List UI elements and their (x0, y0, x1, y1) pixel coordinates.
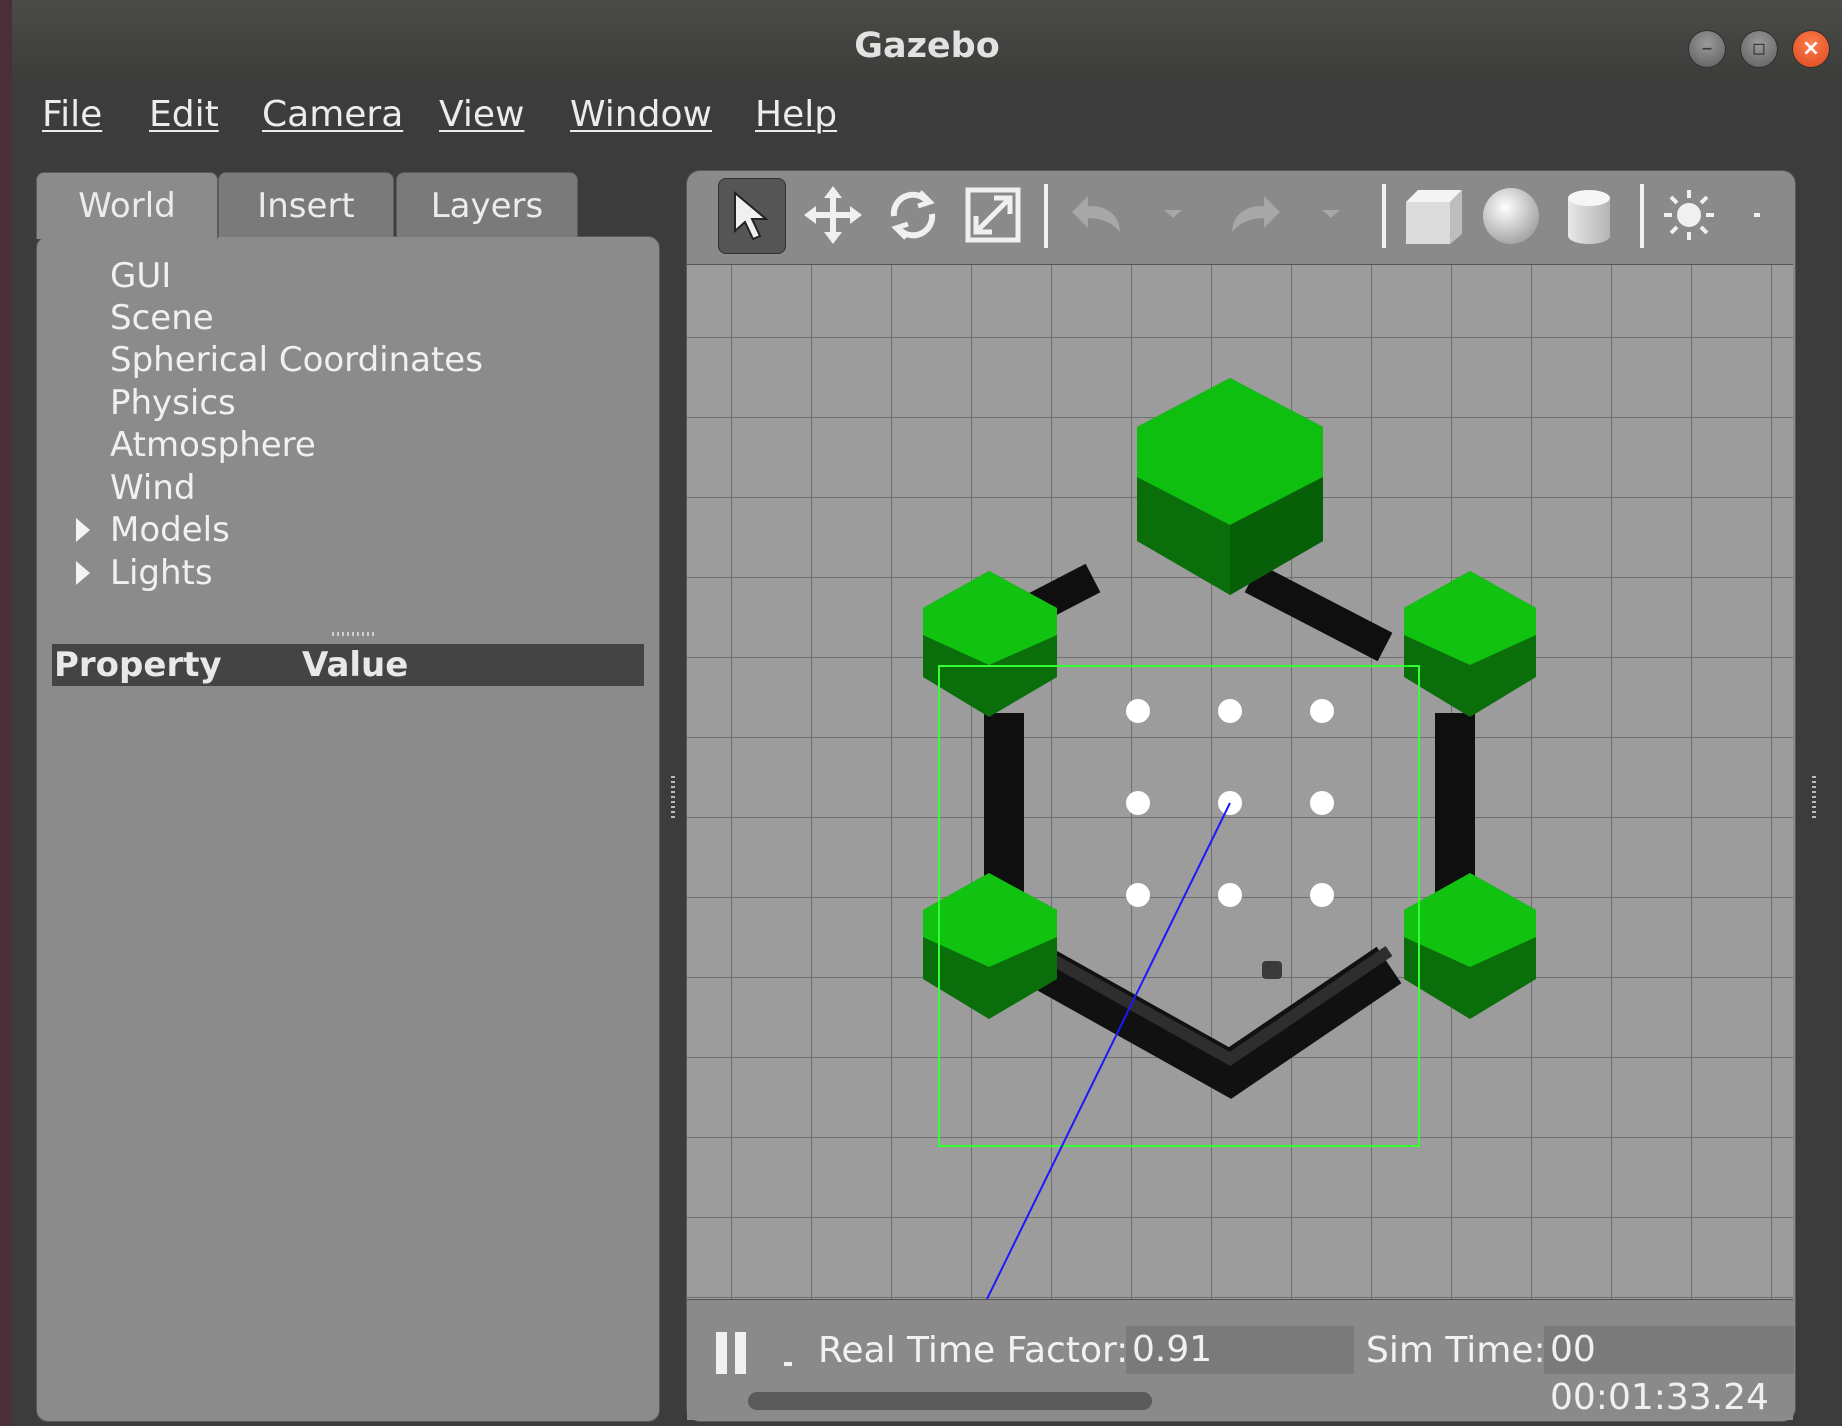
menu-window[interactable]: Window (570, 94, 712, 135)
menu-file[interactable]: File (42, 94, 102, 135)
real-time-factor-value: 0.91 (1126, 1326, 1354, 1374)
minimize-button[interactable]: – (1688, 30, 1726, 68)
redo-icon[interactable] (1220, 178, 1286, 252)
origin-marker (1262, 961, 1282, 979)
expand-arrow-icon[interactable] (76, 518, 90, 542)
toolbar-separator (1044, 184, 1048, 248)
scene-viewport[interactable] (687, 264, 1793, 1300)
tab-layers[interactable]: Layers (396, 172, 578, 237)
column-value: Value (302, 645, 409, 685)
box-shape-icon[interactable] (1400, 178, 1466, 252)
toolbar-separator (1382, 184, 1386, 248)
tree-item-atmosphere[interactable]: Atmosphere (110, 425, 316, 465)
point-light-icon[interactable] (1656, 178, 1722, 252)
toolbar-separator (1640, 184, 1644, 248)
window-titlebar[interactable]: Gazebo (12, 0, 1842, 83)
select-arrow-icon[interactable] (718, 178, 786, 254)
column-property: Property (54, 645, 222, 685)
tree-item-wind[interactable]: Wind (110, 468, 195, 508)
sim-time-value: 00 00:01:33.24 (1544, 1326, 1794, 1418)
splitter-handle[interactable] (332, 632, 374, 636)
scene-render[interactable] (687, 265, 1793, 1300)
toolbar-more-icon[interactable] (1742, 178, 1772, 252)
tree-item-physics[interactable]: Physics (110, 383, 236, 423)
panel-splitter-handle[interactable] (1812, 776, 1816, 820)
tree-item-lights[interactable]: Lights (110, 553, 213, 593)
maximize-button[interactable]: ▫ (1740, 30, 1778, 68)
pause-icon[interactable] (714, 1332, 750, 1374)
sim-time-label: Sim Time: (1366, 1330, 1546, 1371)
scale-icon[interactable] (960, 178, 1026, 252)
undo-icon[interactable] (1062, 178, 1128, 252)
menu-help[interactable]: Help (755, 94, 837, 135)
tab-insert[interactable]: Insert (218, 172, 394, 237)
tree-item-models[interactable]: Models (110, 510, 230, 550)
panel-splitter-handle[interactable] (671, 776, 675, 820)
menu-camera[interactable]: Camera (262, 94, 403, 135)
rotate-icon[interactable] (880, 178, 946, 252)
redo-dropdown-icon[interactable] (1316, 178, 1346, 252)
tree-item-gui[interactable]: GUI (110, 256, 171, 296)
sphere-shape-icon[interactable] (1478, 178, 1544, 252)
menu-edit[interactable]: Edit (149, 94, 219, 135)
window-title: Gazebo (854, 26, 1000, 66)
real-time-factor-label: Real Time Factor: (818, 1330, 1129, 1371)
tab-world[interactable]: World (36, 172, 218, 239)
close-button[interactable]: × (1792, 30, 1830, 68)
menu-view[interactable]: View (439, 94, 524, 135)
expand-arrow-icon[interactable] (76, 561, 90, 585)
tree-item-spherical-coordinates[interactable]: Spherical Coordinates (110, 340, 483, 380)
cylinder-shape-icon[interactable] (1556, 178, 1622, 252)
undo-dropdown-icon[interactable] (1158, 178, 1188, 252)
translate-icon[interactable] (800, 178, 866, 252)
step-icon[interactable] (784, 1362, 792, 1366)
tree-item-scene[interactable]: Scene (110, 298, 214, 338)
desktop-edge (0, 0, 12, 1426)
horizontal-scrollbar[interactable] (748, 1392, 1152, 1410)
